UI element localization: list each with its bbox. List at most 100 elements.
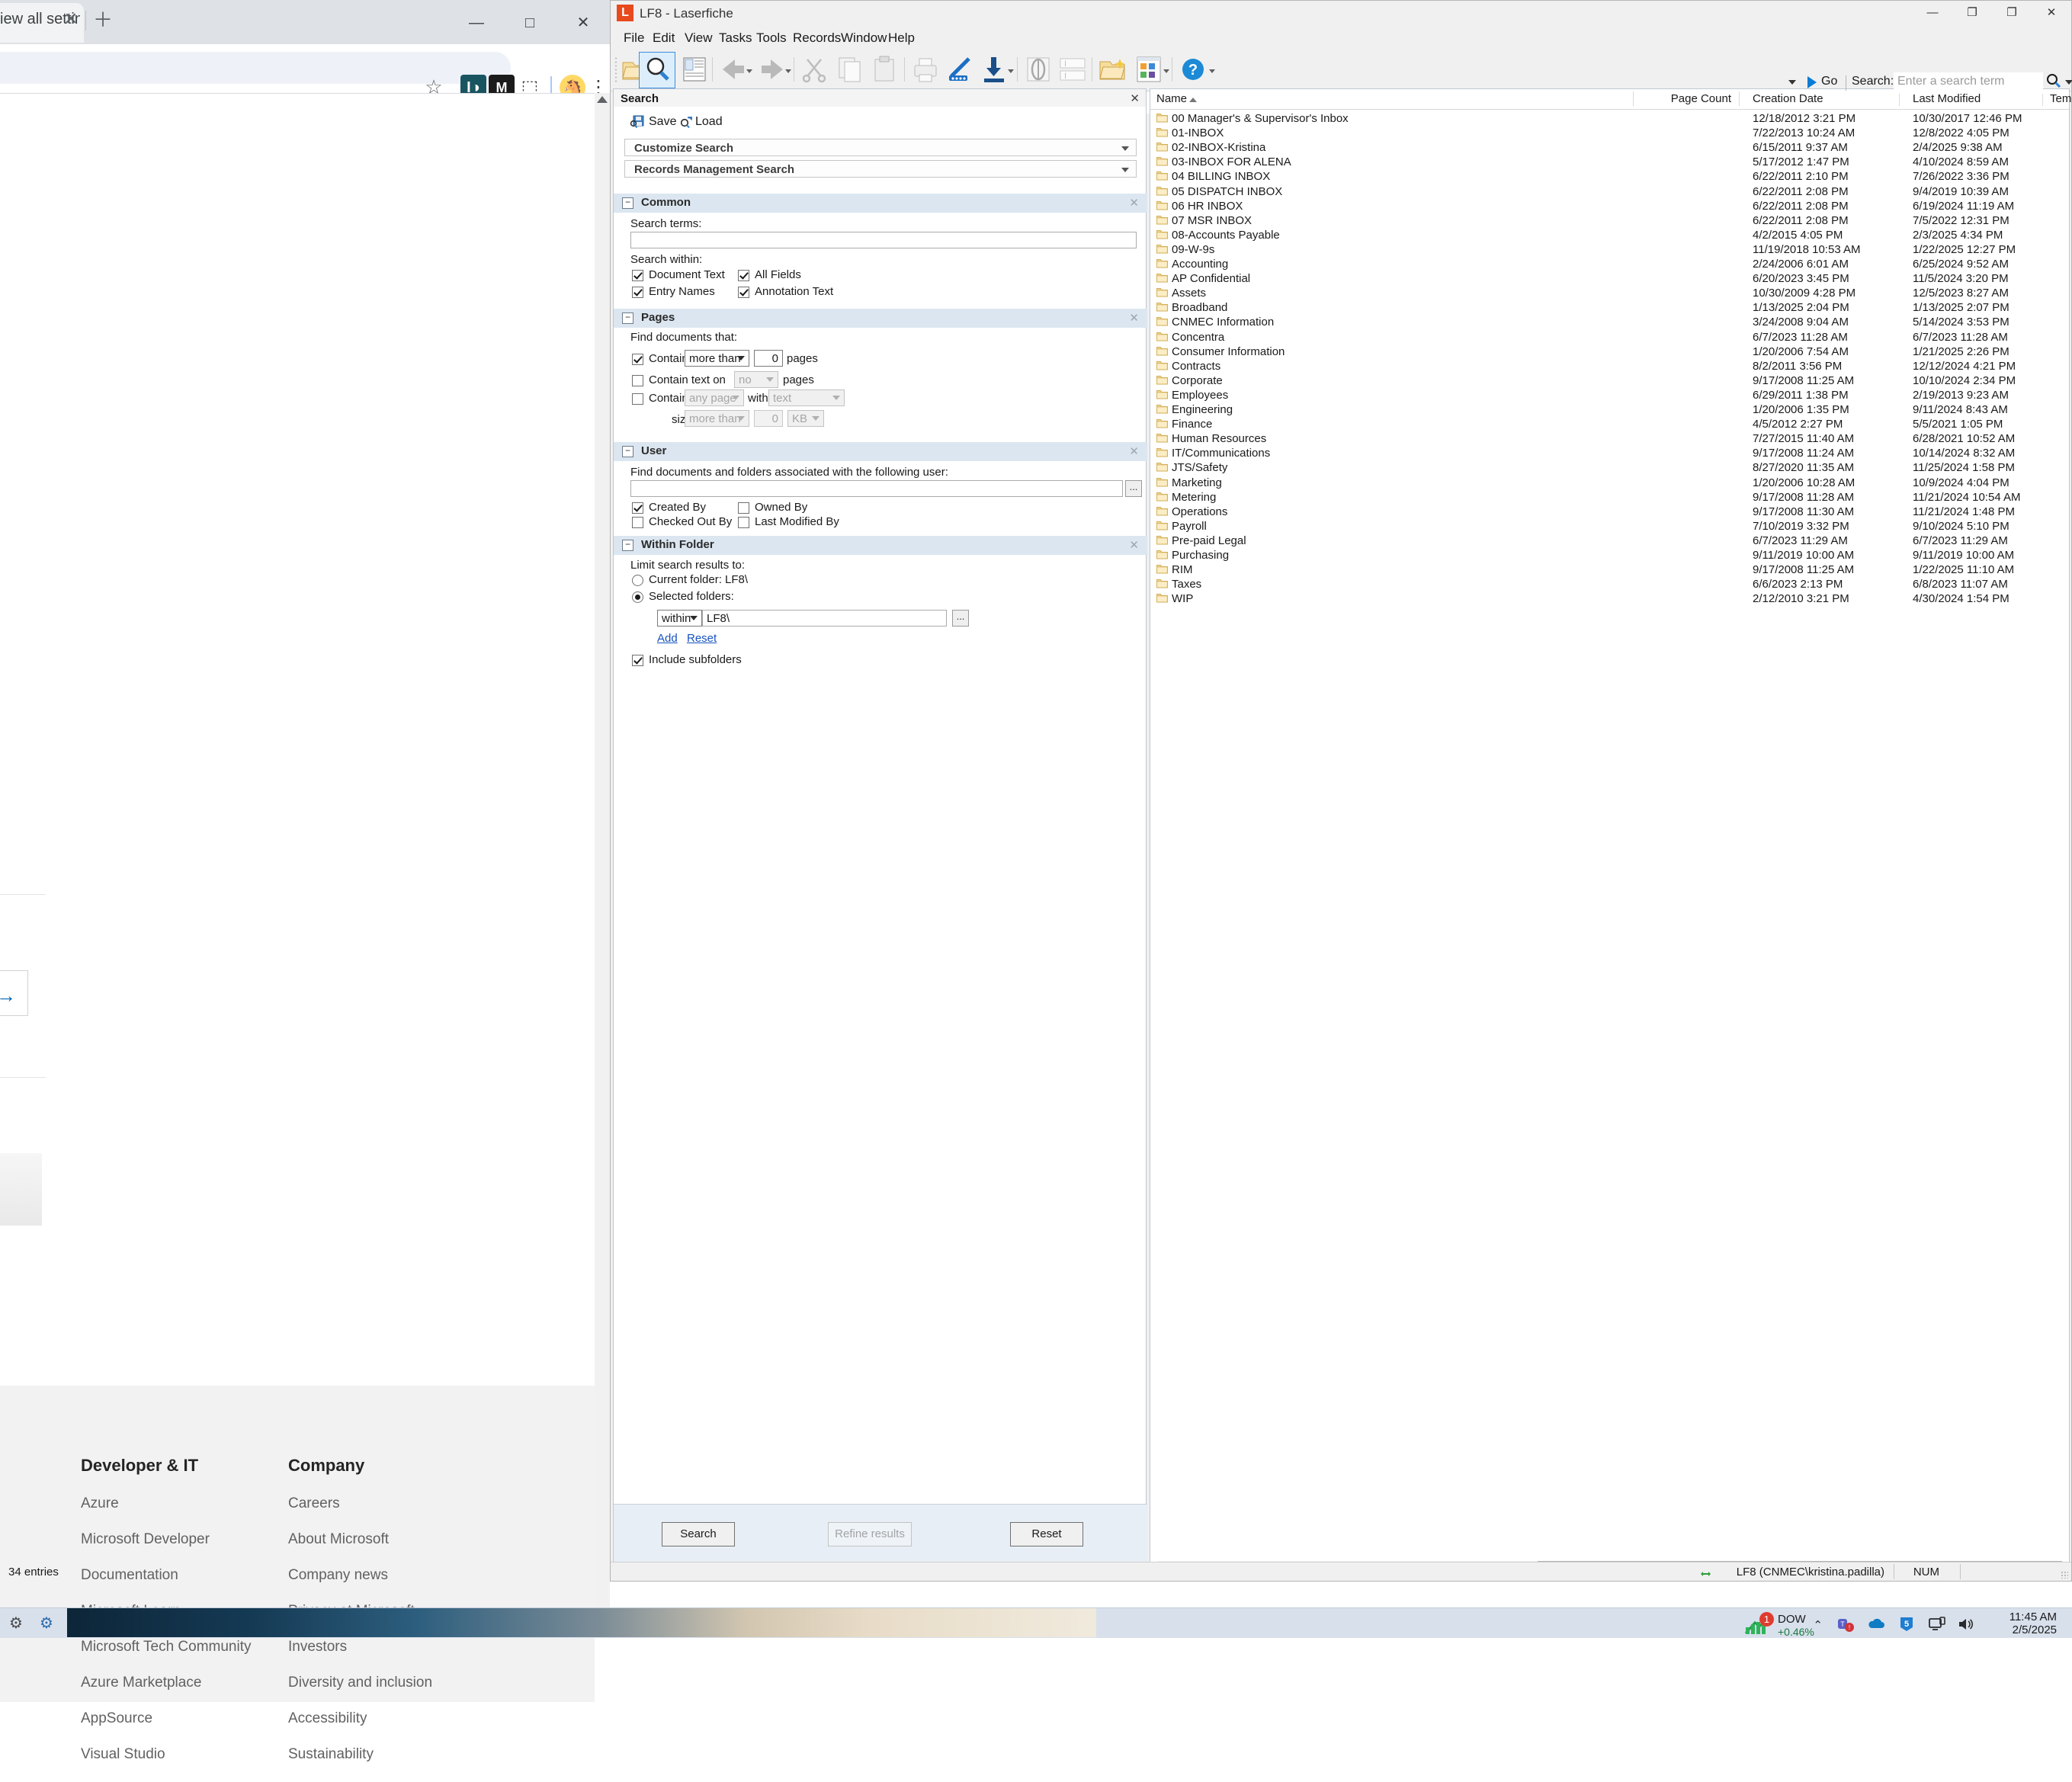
table-row[interactable]: Engineering1/20/2006 1:35 PM9/11/2024 8:…	[1150, 402, 2069, 417]
import-dropdown-icon[interactable]	[1008, 69, 1014, 73]
checkbox-contain-page-with[interactable]	[632, 393, 643, 405]
close-icon[interactable]: ✕	[2032, 1, 2071, 25]
load-search-label[interactable]: Load	[695, 115, 723, 129]
table-row[interactable]: Pre-paid Legal6/7/2023 11:29 AM6/7/2023 …	[1150, 534, 2069, 548]
volume-icon[interactable]	[1956, 1615, 1974, 1633]
footer-link[interactable]: Investors	[288, 1639, 432, 1655]
menu-help[interactable]: Help	[881, 29, 922, 47]
checkbox-contain-text-on[interactable]	[632, 375, 643, 386]
table-row[interactable]: Taxes6/6/2023 2:13 PM6/8/2023 11:07 AM	[1150, 577, 2069, 591]
close-icon[interactable]: ✕	[1129, 538, 1139, 552]
search-icon[interactable]	[2046, 73, 2061, 93]
help-icon[interactable]: ?	[1176, 53, 1210, 85]
settings-icon[interactable]: ⚙	[37, 1614, 56, 1633]
clock-date[interactable]: 2/5/2025	[1973, 1623, 2057, 1636]
checkbox-created-by[interactable]	[632, 502, 643, 514]
checkbox-annotation-text[interactable]	[738, 287, 749, 298]
table-row[interactable]: AP Confidential6/20/2023 3:45 PM11/5/202…	[1150, 271, 2069, 286]
footer-link[interactable]: Azure Marketplace	[81, 1675, 252, 1691]
folder-path-input[interactable]	[702, 610, 947, 627]
back-dropdown-icon[interactable]	[746, 69, 752, 73]
select-pages-operator[interactable]: more than	[685, 350, 749, 367]
cut-icon[interactable]	[798, 53, 832, 85]
radio-selected-folders[interactable]	[632, 591, 643, 603]
reset-folders-link[interactable]: Reset	[687, 632, 717, 645]
footer-link[interactable]: Azure	[81, 1495, 252, 1512]
maximize-icon[interactable]: □	[503, 5, 556, 41]
column-header-name[interactable]: Name	[1156, 92, 1187, 105]
save-search-label[interactable]: Save	[649, 115, 676, 129]
table-row[interactable]: Operations9/17/2008 11:30 AM11/21/2024 1…	[1150, 505, 2069, 519]
table-row[interactable]: JTS/Safety8/27/2020 11:35 AM11/25/2024 1…	[1150, 460, 2069, 475]
table-row[interactable]: 04 BILLING INBOX6/22/2011 2:10 PM7/26/20…	[1150, 169, 2069, 184]
load-search-icon[interactable]	[680, 115, 694, 129]
refine-results-button[interactable]: Refine results	[828, 1522, 912, 1546]
footer-link[interactable]: Microsoft Developer	[81, 1531, 252, 1548]
footer-link[interactable]: Diversity and inclusion	[288, 1675, 432, 1691]
show-hidden-icons-icon[interactable]: ⌃	[1813, 1618, 1823, 1632]
checkbox-last-modified-by[interactable]	[738, 517, 749, 528]
print-icon[interactable]	[909, 53, 942, 85]
footer-link[interactable]: About Microsoft	[288, 1531, 432, 1548]
onedrive-icon[interactable]	[1867, 1615, 1885, 1633]
close-icon[interactable]: ✕	[1129, 311, 1139, 325]
collapse-icon[interactable]: −	[622, 312, 633, 324]
table-row[interactable]: Concentra6/7/2023 11:28 AM6/7/2023 11:28…	[1150, 330, 2069, 345]
close-icon[interactable]: ✕	[1130, 91, 1140, 105]
teams-icon[interactable]: T!	[1836, 1615, 1855, 1633]
table-row[interactable]: RIM9/17/2008 11:25 AM1/22/2025 11:10 AM	[1150, 562, 2069, 577]
start-icon[interactable]: ⚙	[6, 1614, 26, 1633]
table-row[interactable]: 08-Accounts Payable4/2/2015 4:05 PM2/3/2…	[1150, 228, 2069, 242]
checkbox-contain-pages[interactable]	[632, 354, 643, 365]
customize-search-dropdown[interactable]: Customize Search	[624, 139, 1137, 156]
go-label[interactable]: Go	[1821, 75, 1837, 88]
table-row[interactable]: 02-INBOX-Kristina6/15/2011 9:37 AM2/4/20…	[1150, 140, 2069, 155]
new-tab-icon[interactable]: ＋	[90, 8, 116, 34]
copy-icon[interactable]	[833, 53, 867, 85]
checkbox-include-subfolders[interactable]	[632, 655, 643, 666]
footer-link[interactable]: Documentation	[81, 1567, 252, 1584]
column-header-template[interactable]: Template	[2050, 92, 2072, 105]
select-text-on-operator[interactable]: no	[734, 371, 778, 388]
table-row[interactable]: IT/Communications9/17/2008 11:24 AM10/14…	[1150, 446, 2069, 460]
document-view-icon[interactable]	[678, 53, 711, 85]
checkbox-checked-out-by[interactable]	[632, 517, 643, 528]
minimize-icon[interactable]: —	[450, 5, 503, 41]
table-row[interactable]: Marketing1/20/2006 10:28 AM10/9/2024 4:0…	[1150, 476, 2069, 490]
select-size-unit[interactable]: KB	[787, 410, 824, 427]
browse-folder-button[interactable]: ...	[952, 610, 969, 627]
close-icon[interactable]: ✕	[59, 8, 82, 30]
select-page-content-type[interactable]: text	[768, 389, 845, 406]
scroll-up-icon[interactable]	[597, 96, 608, 103]
save-search-icon[interactable]	[630, 115, 644, 129]
page-scrollbar[interactable]	[595, 93, 610, 1608]
table-row[interactable]: 00 Manager's & Supervisor's Inbox12/18/2…	[1150, 111, 2069, 126]
footer-link[interactable]: Accessibility	[288, 1710, 432, 1727]
radio-current-folder[interactable]	[632, 575, 643, 586]
new-folder-icon[interactable]	[1096, 53, 1130, 85]
forward-arrow-icon[interactable]	[755, 53, 789, 85]
collapse-icon[interactable]: −	[622, 197, 633, 209]
restore-icon[interactable]: ❐	[1992, 1, 2032, 25]
browse-user-button[interactable]: ...	[1125, 480, 1142, 497]
collapse-icon[interactable]: −	[622, 540, 633, 551]
footer-link[interactable]: Visual Studio	[81, 1746, 252, 1763]
table-row[interactable]: 05 DISPATCH INBOX6/22/2011 2:08 PM9/4/20…	[1150, 184, 2069, 199]
column-header-creation-date[interactable]: Creation Date	[1753, 92, 1823, 105]
footer-link[interactable]: Careers	[288, 1495, 432, 1512]
table-row[interactable]: Assets10/30/2009 4:28 PM12/5/2023 8:27 A…	[1150, 286, 2069, 300]
table-row[interactable]: CNMEC Information3/24/2008 9:04 AM5/14/2…	[1150, 315, 2069, 329]
close-icon[interactable]: ✕	[1129, 196, 1139, 210]
input-pages-count[interactable]: 0	[754, 350, 783, 367]
toolbar-grip[interactable]	[614, 56, 617, 84]
ocr-icon[interactable]	[1022, 53, 1055, 85]
close-icon[interactable]: ✕	[556, 5, 610, 41]
field-icon[interactable]: II	[1056, 53, 1089, 85]
checkbox-all-fields[interactable]	[738, 270, 749, 281]
resize-grip[interactable]	[2061, 1571, 2068, 1578]
table-row[interactable]: Metering9/17/2008 11:28 AM11/21/2024 10:…	[1150, 490, 2069, 505]
checkbox-owned-by[interactable]	[738, 502, 749, 514]
search-terms-input[interactable]	[630, 232, 1137, 248]
menu-edit[interactable]: Edit	[646, 29, 682, 47]
paste-icon[interactable]	[868, 53, 902, 85]
